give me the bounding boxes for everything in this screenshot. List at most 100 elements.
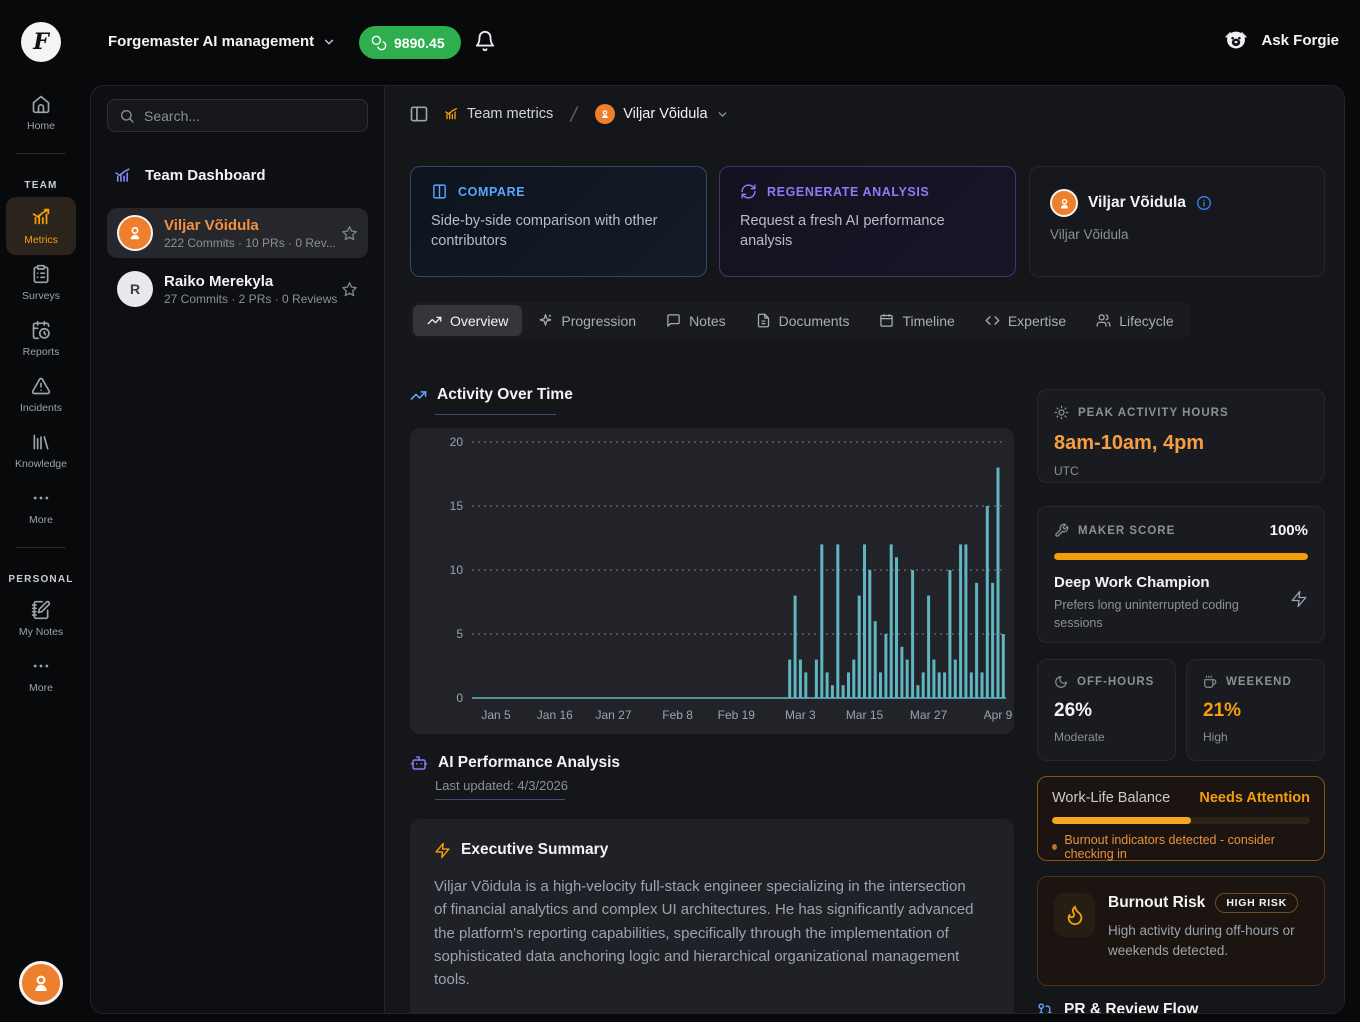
- work-life-note: Burnout indicators detected - consider c…: [1064, 833, 1310, 861]
- info-icon[interactable]: [1196, 195, 1212, 211]
- metrics-icon: [30, 206, 52, 228]
- workspace-switcher[interactable]: Forgemaster AI management: [108, 33, 336, 50]
- search-box: [107, 99, 368, 132]
- svg-text:0: 0: [456, 691, 463, 705]
- svg-text:Mar 27: Mar 27: [910, 708, 948, 722]
- member-avatar: [1050, 189, 1078, 217]
- svg-text:20: 20: [450, 435, 464, 449]
- breadcrumb-member[interactable]: Viljar Võidula: [595, 104, 728, 124]
- tab-notes[interactable]: Notes: [652, 305, 740, 336]
- profile-name: Viljar Võidula: [1088, 194, 1186, 212]
- member-avatar: [117, 215, 153, 251]
- member-stats: 222 Commits · 10 PRs · 0 Rev...: [164, 236, 330, 250]
- notifications-button[interactable]: [474, 30, 496, 52]
- sidebar-divider: [16, 153, 66, 154]
- chevron-down-icon: [716, 108, 729, 121]
- member-avatar: [595, 104, 615, 124]
- team-list-panel: Team Dashboard Viljar Võidula 222 Commit…: [91, 86, 384, 1013]
- svg-text:5: 5: [456, 627, 463, 641]
- peak-activity-card: PEAK ACTIVITY HOURS 8am-10am, 4pm UTC: [1037, 389, 1325, 483]
- moon-icon: [1054, 675, 1068, 689]
- credits-badge[interactable]: 9890.45: [359, 26, 461, 59]
- sun-icon: [1054, 405, 1069, 420]
- section-underline: [435, 799, 565, 800]
- sidebar-item-surveys[interactable]: Surveys: [6, 255, 76, 311]
- user-avatar[interactable]: [19, 961, 63, 1005]
- pug-icon: [1221, 28, 1251, 52]
- file-icon: [756, 313, 771, 328]
- member-row-viljar[interactable]: Viljar Võidula 222 Commits · 10 PRs · 0 …: [107, 208, 368, 258]
- burnout-risk-card: Burnout Risk HIGH RISK High activity dur…: [1037, 876, 1325, 986]
- regenerate-title: REGENERATE ANALYSIS: [767, 185, 929, 199]
- knowledge-icon: [31, 432, 51, 452]
- maker-score-value: 100%: [1270, 522, 1308, 539]
- peak-label: PEAK ACTIVITY HOURS: [1078, 407, 1229, 419]
- tab-label: Expertise: [1008, 313, 1066, 329]
- left-sidebar: Home TEAM Metrics Surveys Reports I: [0, 85, 82, 1022]
- sidebar-item-my-notes[interactable]: My Notes: [6, 591, 76, 647]
- tab-overview[interactable]: Overview: [413, 305, 522, 336]
- tab-lifecycle[interactable]: Lifecycle: [1082, 305, 1187, 336]
- tab-progression[interactable]: Progression: [524, 305, 650, 336]
- sidebar-item-knowledge[interactable]: Knowledge: [6, 423, 76, 479]
- peak-value: 8am-10am, 4pm: [1054, 432, 1308, 455]
- sidebar-section-team: TEAM: [6, 180, 76, 191]
- sidebar-item-more-team[interactable]: More: [6, 479, 76, 535]
- calendar-icon: [879, 313, 894, 328]
- member-name: Viljar Võidula: [164, 217, 330, 234]
- compare-card[interactable]: COMPARE Side-by-side comparison with oth…: [410, 166, 707, 277]
- panel-toggle-icon[interactable]: [409, 104, 429, 124]
- maker-score-card: MAKER SCORE 100% Deep Work Champion Pref…: [1037, 506, 1325, 643]
- burnout-desc: High activity during off-hours or weeken…: [1108, 921, 1308, 960]
- svg-text:Feb 19: Feb 19: [718, 708, 756, 722]
- profile-card: Viljar Võidula Viljar Võidula: [1029, 166, 1325, 277]
- work-life-bar-fill: [1052, 817, 1191, 824]
- sidebar-item-reports[interactable]: Reports: [6, 311, 76, 367]
- sidebar-item-label: More: [29, 682, 53, 694]
- activity-section-title: Activity Over Time: [437, 386, 573, 404]
- breadcrumb: Team metrics Viljar Võidula: [409, 104, 729, 124]
- search-input[interactable]: [144, 108, 356, 124]
- pr-review-flow-title: PR & Review Flow: [1064, 1001, 1198, 1014]
- code-icon: [985, 313, 1000, 328]
- tab-documents[interactable]: Documents: [742, 305, 864, 336]
- sidebar-section-personal: PERSONAL: [6, 574, 76, 585]
- top-bar: F Forgemaster AI management 9890.45: [0, 0, 1360, 85]
- sidebar-item-more-personal[interactable]: More: [6, 647, 76, 703]
- ai-analysis-title: AI Performance Analysis: [438, 754, 620, 772]
- sidebar-item-label: Incidents: [20, 402, 62, 414]
- risk-badge: HIGH RISK: [1215, 893, 1298, 913]
- svg-text:Apr 9: Apr 9: [984, 708, 1013, 722]
- weekend-card: WEEKEND 21% High: [1186, 659, 1325, 761]
- sidebar-item-home[interactable]: Home: [6, 85, 76, 141]
- tab-expertise[interactable]: Expertise: [971, 305, 1080, 336]
- member-row-raiko[interactable]: R Raiko Merekyla 27 Commits · 2 PRs · 0 …: [107, 264, 368, 314]
- regenerate-analysis-card[interactable]: REGENERATE ANALYSIS Request a fresh AI p…: [719, 166, 1016, 277]
- svg-text:Jan 16: Jan 16: [537, 708, 573, 722]
- tab-timeline[interactable]: Timeline: [865, 305, 968, 336]
- work-life-label: Work-Life Balance: [1052, 790, 1170, 806]
- work-life-balance-card: Work-Life Balance Needs Attention Burnou…: [1037, 776, 1325, 861]
- svg-text:Feb 8: Feb 8: [662, 708, 693, 722]
- star-icon[interactable]: [341, 281, 358, 298]
- ask-forgie-button[interactable]: Ask Forgie: [1221, 28, 1339, 52]
- svg-text:Mar 15: Mar 15: [846, 708, 884, 722]
- maker-badge-title: Deep Work Champion: [1054, 574, 1308, 591]
- credits-value: 9890.45: [394, 35, 445, 51]
- dashboard-icon: [113, 166, 132, 185]
- tab-label: Documents: [779, 313, 850, 329]
- breadcrumb-team-metrics[interactable]: Team metrics: [443, 106, 553, 122]
- svg-text:Jan 27: Jan 27: [595, 708, 631, 722]
- sidebar-item-incidents[interactable]: Incidents: [6, 367, 76, 423]
- team-dashboard-link[interactable]: Team Dashboard: [107, 158, 368, 192]
- off-hours-label: OFF-HOURS: [1077, 676, 1154, 688]
- message-icon: [666, 313, 681, 328]
- sidebar-item-metrics[interactable]: Metrics: [6, 197, 76, 255]
- git-pull-request-icon: [1037, 1002, 1054, 1015]
- metrics-icon: [443, 106, 459, 122]
- forge-logo[interactable]: F: [21, 22, 61, 62]
- ask-forgie-label: Ask Forgie: [1261, 32, 1339, 49]
- weekend-level: High: [1203, 730, 1308, 744]
- star-icon[interactable]: [341, 225, 358, 242]
- member-stats: 27 Commits · 2 PRs · 0 Reviews: [164, 292, 330, 306]
